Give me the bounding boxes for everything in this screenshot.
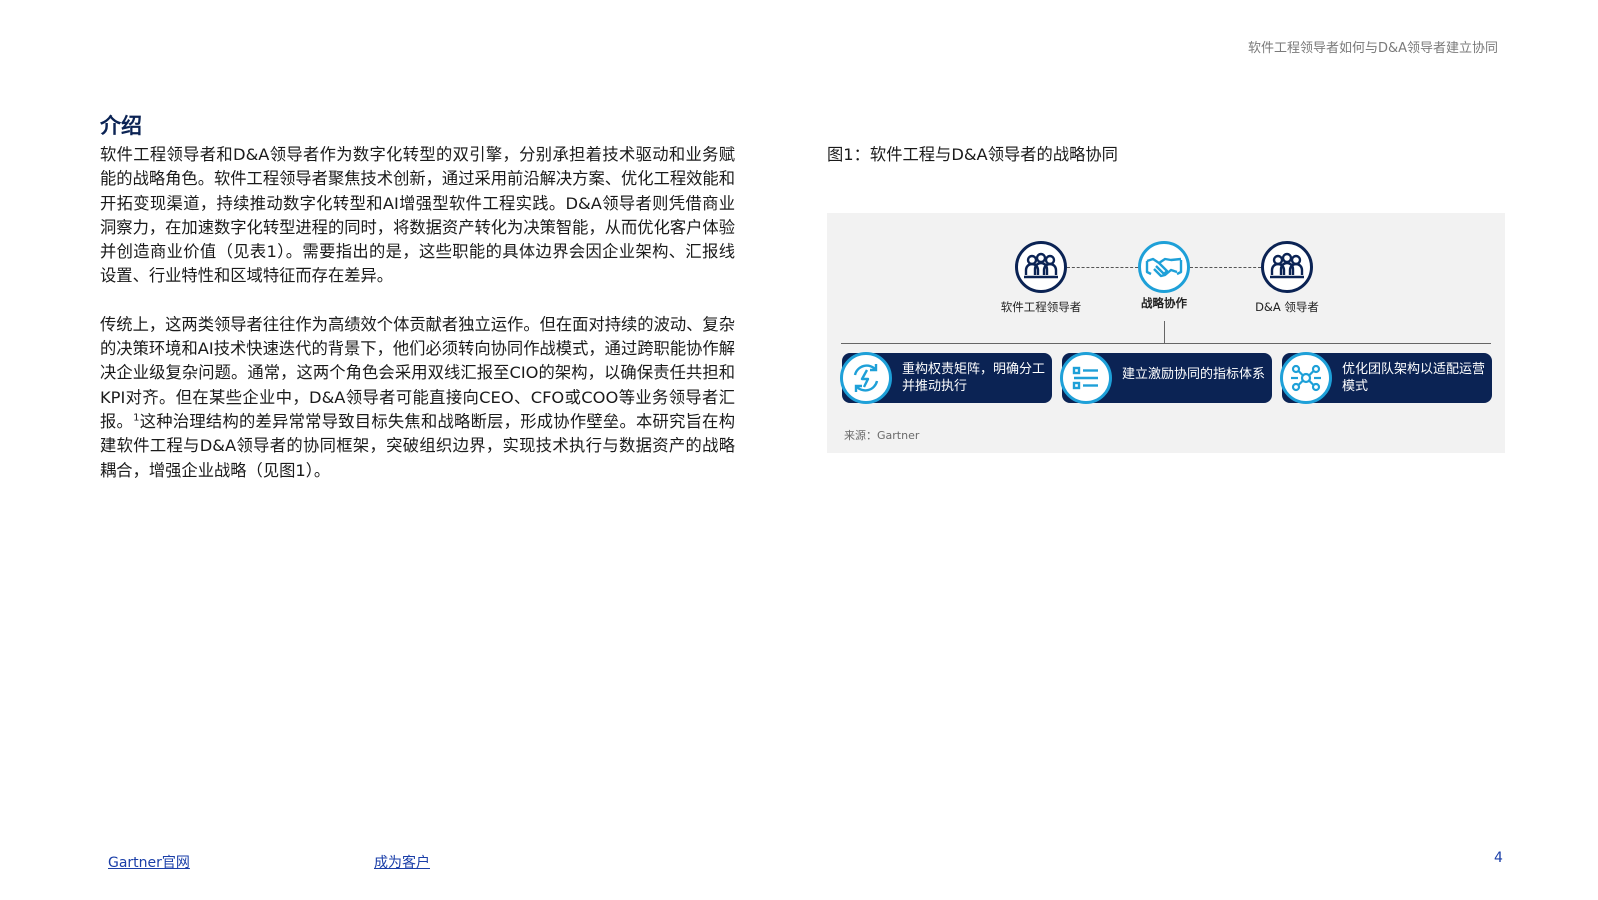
software-leader-label: 软件工程领导者: [1000, 300, 1082, 314]
become-client-link[interactable]: 成为客户: [374, 852, 430, 872]
card-3-icon-badge: [1280, 352, 1332, 404]
action-card-1: 重构权责矩阵，明确分工并推动执行: [840, 352, 1052, 404]
card-2-icon-badge: [1060, 352, 1112, 404]
body-text: 软件工程领导者和D&A领导者作为数字化转型的双引擎，分别承担着技术驱动和业务赋能…: [100, 143, 735, 507]
action-card-2: 建立激励协同的指标体系: [1060, 352, 1272, 404]
connector-right: [1190, 267, 1261, 268]
page-number: 4: [1494, 850, 1503, 866]
figure-caption: 图1：软件工程与D&A领导者的战略协同: [827, 145, 1118, 164]
action-card-3: 优化团队架构以适配运营模式: [1280, 352, 1492, 404]
section-title: 介绍: [100, 113, 142, 138]
paragraph-2: 传统上，这两类领导者往往作为高绩效个体贡献者独立运作。但在面对持续的波动、复杂的…: [100, 313, 735, 483]
people-group-icon: [1024, 252, 1058, 279]
refresh-lightning-icon: [853, 364, 879, 392]
data-analytics-leader-node: [1261, 241, 1313, 293]
figure-source: 来源：Gartner: [844, 429, 920, 442]
data-analytics-leader-label: D&A 领导者: [1255, 300, 1319, 314]
paragraph-1: 软件工程领导者和D&A领导者作为数字化转型的双引擎，分别承担着技术驱动和业务赋能…: [100, 145, 735, 286]
network-team-icon: [1291, 364, 1321, 392]
software-leader-node: [1015, 241, 1067, 293]
people-group-icon: [1270, 252, 1304, 279]
strategic-collaboration-label: 战略协作: [1141, 296, 1187, 310]
vertical-connector: [1164, 321, 1165, 343]
card-2-text: 建立激励协同的指标体系: [1122, 367, 1266, 382]
card-1-icon-badge: [840, 352, 892, 404]
paragraph-2-part-2: 这种治理结构的差异常常导致目标失焦和战略断层，形成协作壁垒。本研究旨在构建软件工…: [100, 411, 735, 480]
handshake-icon: [1145, 257, 1183, 278]
strategic-collaboration-node: [1138, 241, 1190, 293]
checklist-icon: [1072, 366, 1098, 390]
card-1-text: 重构权责矩阵，明确分工并推动执行: [902, 362, 1046, 394]
gartner-website-link[interactable]: Gartner官网: [108, 852, 190, 872]
document-header-title: 软件工程领导者如何与D&A领导者建立协同: [1247, 41, 1498, 56]
horizontal-divider: [841, 343, 1491, 344]
card-3-text: 优化团队架构以适配运营模式: [1342, 362, 1486, 394]
figure-panel: 软件工程领导者 战略协作 D&A 领导者 重构权责矩阵，明确分工并推动执行 建立…: [827, 213, 1505, 453]
connector-left: [1067, 267, 1138, 268]
